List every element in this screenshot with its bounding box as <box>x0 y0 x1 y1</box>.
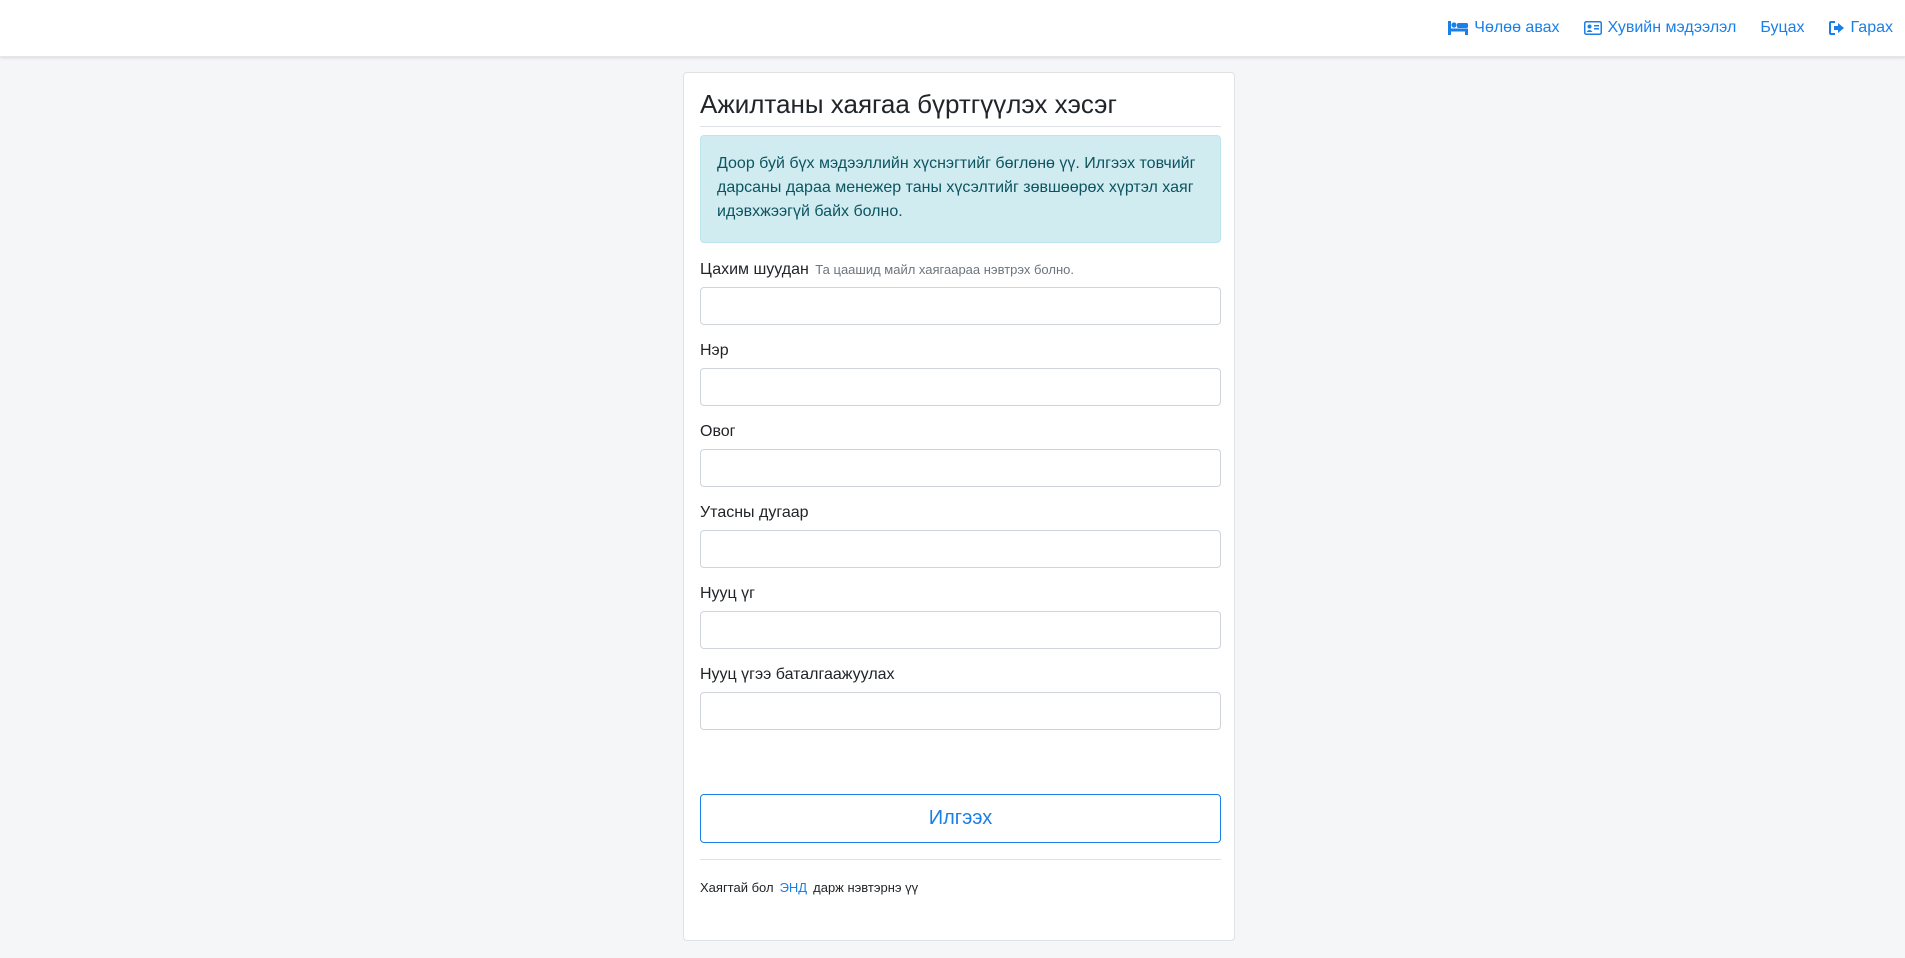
password-label: Нууц үг <box>700 585 755 603</box>
nav-item-label: Буцах <box>1760 19 1805 36</box>
nav-menu: Чөлөө авах Хувийн мэдээлэл Буцах Гарах <box>1436 0 1905 56</box>
nav-item-leave-request[interactable]: Чөлөө авах <box>1436 19 1571 37</box>
email-hint: Та цаашид майл хаягаараа нэвтрэх болно. <box>815 262 1074 278</box>
last-name-field[interactable] <box>700 449 1221 488</box>
nav-item-label: Чөлөө авах <box>1474 19 1560 36</box>
nav-item-label: Хувийн мэдээлэл <box>1607 19 1737 36</box>
email-label-text: Цахим шуудан <box>700 261 809 279</box>
info-alert: Доор буй бүх мэдээллийн хүснэгтийг бөглө… <box>700 135 1221 244</box>
phone-group: Утасны дугаар <box>700 502 1221 569</box>
login-link[interactable]: ЭНД <box>780 880 808 895</box>
submit-button[interactable]: Илгээх <box>700 794 1221 844</box>
password-confirm-field[interactable] <box>700 692 1221 731</box>
nav-item-logout[interactable]: Гарах <box>1817 19 1905 37</box>
phone-field[interactable] <box>700 530 1221 569</box>
first-name-field[interactable] <box>700 368 1221 407</box>
login-prompt-suffix: дарж нэвтэрнэ үү <box>813 880 919 896</box>
nav-item-back[interactable]: Буцах <box>1748 19 1816 37</box>
top-navbar: Чөлөө авах Хувийн мэдээлэл Буцах Гарах <box>0 0 1905 57</box>
first-name-label: Нэр <box>700 342 729 360</box>
id-card-icon <box>1583 21 1602 35</box>
nav-item-profile[interactable]: Хувийн мэдээлэл <box>1572 19 1749 37</box>
page-title: Ажилтаны хаягаа бүртгүүлэх хэсэг <box>700 89 1221 128</box>
login-prompt-prefix: Хаягтай бол <box>700 880 774 896</box>
phone-label: Утасны дугаар <box>700 504 809 522</box>
login-prompt: Хаягтай бол ЭНД дарж нэвтэрнэ үү <box>700 880 1221 895</box>
registration-card: Ажилтаны хаягаа бүртгүүлэх хэсэг Доор бу… <box>683 72 1235 941</box>
first-name-group: Нэр <box>700 340 1221 407</box>
sign-out-icon <box>1828 21 1844 35</box>
last-name-group: Овог <box>700 421 1221 488</box>
bed-icon <box>1448 21 1469 35</box>
nav-item-label: Гарах <box>1850 19 1893 36</box>
password-field[interactable] <box>700 611 1221 650</box>
last-name-label: Овог <box>700 423 736 441</box>
password-confirm-group: Нууц үгээ баталгаажуулах <box>700 664 1221 731</box>
email-label: Цахим шуудан Та цаашид майл хаягаараа нэ… <box>700 259 1221 281</box>
registration-form: Ажилтаны хаягаа бүртгүүлэх хэсэг Доор бу… <box>700 89 1221 895</box>
divider <box>700 859 1221 861</box>
email-field[interactable] <box>700 287 1221 326</box>
email-group: Цахим шуудан Та цаашид майл хаягаараа нэ… <box>700 259 1221 326</box>
password-confirm-label: Нууц үгээ баталгаажуулах <box>700 666 895 684</box>
password-group: Нууц үг <box>700 583 1221 650</box>
